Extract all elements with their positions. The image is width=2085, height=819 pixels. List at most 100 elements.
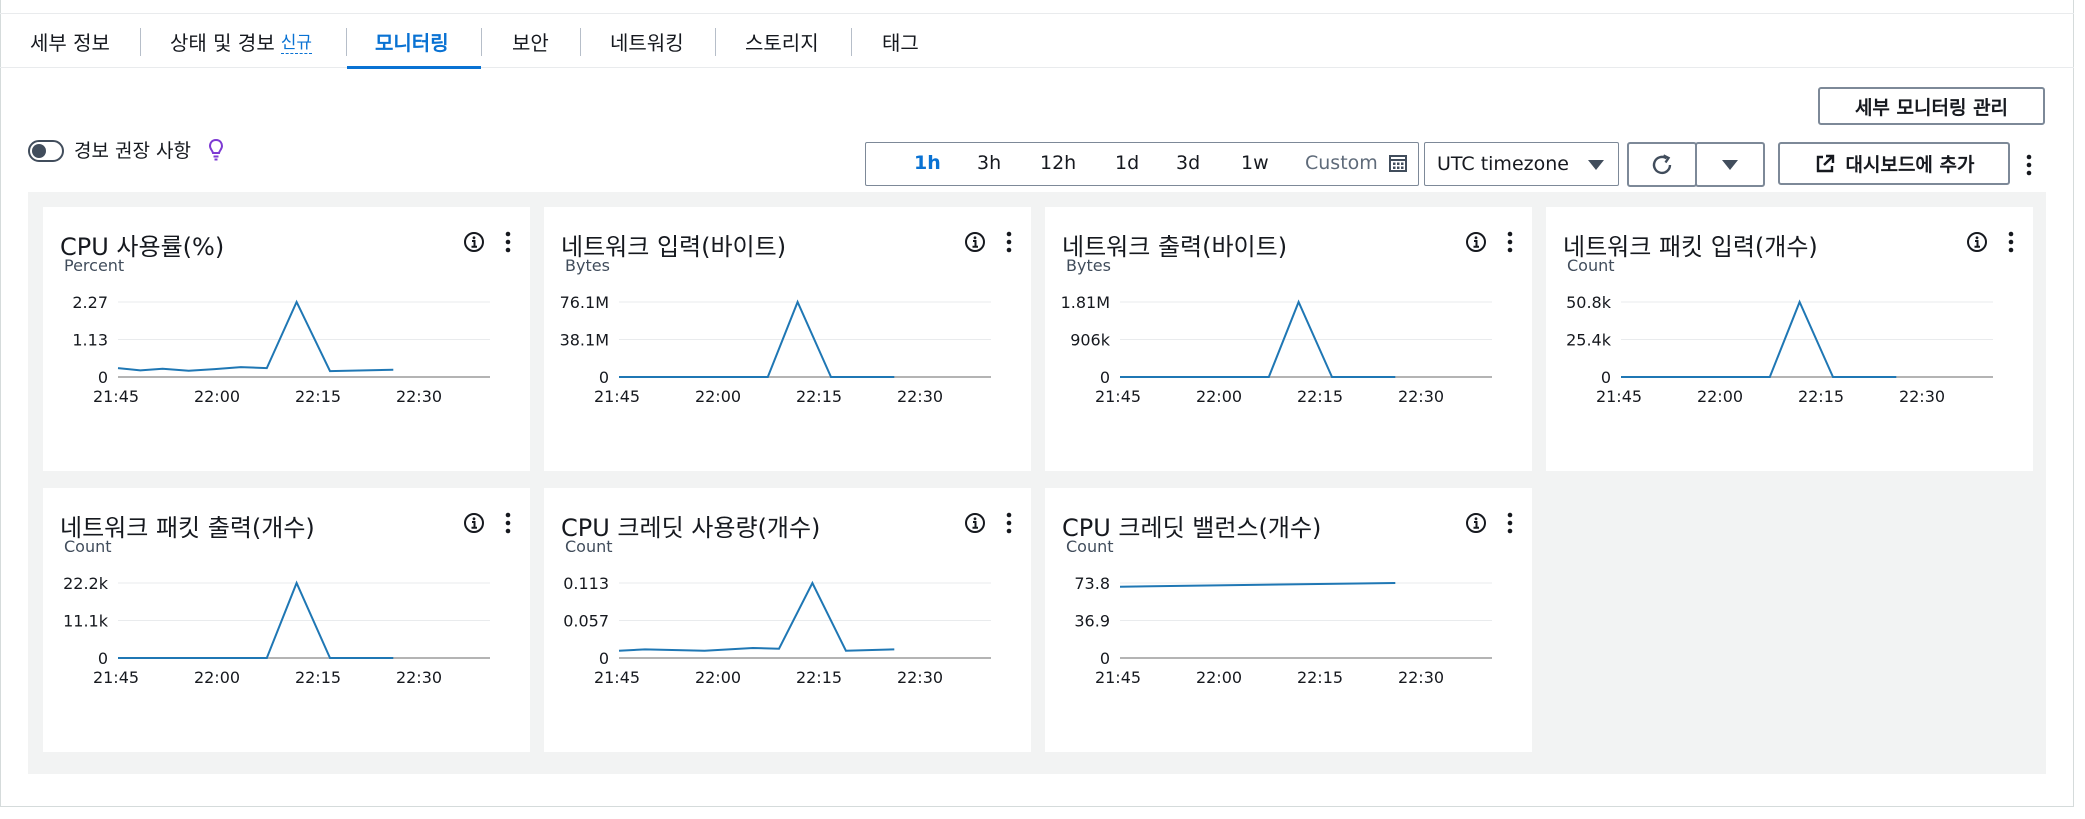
more-options-icon[interactable] xyxy=(505,512,511,534)
x-tick-label: 21:45 xyxy=(594,668,640,687)
more-options-icon[interactable] xyxy=(2008,231,2014,253)
new-badge: 신규 xyxy=(280,28,312,54)
tab-label: 네트워킹 xyxy=(610,30,684,55)
metric-widget: 네트워크 패킷 출력(개수) Count 0 11.1k 22.2k 21:45 22:00… xyxy=(43,488,530,752)
tab-monitoring[interactable]: 모니터링 xyxy=(375,14,449,68)
y-axis-unit: Bytes xyxy=(565,256,610,275)
y-tick-label: 11.1k xyxy=(63,612,109,631)
timezone-select[interactable]: UTC timezone xyxy=(1424,142,1619,186)
tab-label: 스토리지 xyxy=(745,30,819,55)
y-tick-label: 0 xyxy=(1100,368,1110,387)
tab-bar: 세부 정보 상태 및 경보 신규 모니터링 보안 네트워킹 스토리지 태그 xyxy=(0,14,2074,68)
add-to-dashboard-button[interactable]: 대시보드에 추가 xyxy=(1778,142,2010,185)
more-options-icon[interactable] xyxy=(1507,231,1513,253)
tab-status-alarms[interactable]: 상태 및 경보 신규 xyxy=(170,14,312,68)
y-tick-label: 36.9 xyxy=(1074,612,1110,631)
active-tab-indicator xyxy=(347,66,481,69)
lightbulb-icon[interactable] xyxy=(208,138,224,162)
y-tick-label: 2.27 xyxy=(72,293,108,312)
tab-storage[interactable]: 스토리지 xyxy=(745,14,819,68)
refresh-options-button[interactable] xyxy=(1695,142,1765,187)
x-tick-label: 21:45 xyxy=(1095,668,1141,687)
info-icon[interactable] xyxy=(1966,231,1988,253)
info-icon[interactable] xyxy=(964,512,986,534)
tab-security[interactable]: 보안 xyxy=(512,14,549,68)
caret-down-icon xyxy=(1588,160,1604,170)
range-12h[interactable]: 12h xyxy=(1040,152,1076,174)
x-tick-label: 22:00 xyxy=(1196,387,1242,406)
y-tick-label: 22.2k xyxy=(63,574,109,593)
info-icon[interactable] xyxy=(463,512,485,534)
y-axis-unit: Count xyxy=(1066,537,1114,556)
x-tick-label: 22:00 xyxy=(1697,387,1743,406)
tab-label: 모니터링 xyxy=(375,30,449,55)
more-options-icon[interactable] xyxy=(1006,512,1012,534)
info-icon[interactable] xyxy=(964,231,986,253)
tab-tags[interactable]: 태그 xyxy=(882,14,919,68)
y-tick-label: 1.13 xyxy=(72,331,108,350)
more-options-icon[interactable] xyxy=(505,231,511,253)
y-tick-label: 38.1M xyxy=(560,331,609,350)
series-line xyxy=(1119,582,1396,588)
range-1d[interactable]: 1d xyxy=(1115,152,1139,174)
more-options-icon[interactable] xyxy=(1507,512,1513,534)
calendar-icon[interactable] xyxy=(1388,153,1408,173)
line-chart: Bytes 0 906k 1.81M 21:45 22:00 22:15 22:30 xyxy=(1061,256,1492,406)
y-axis-unit: Bytes xyxy=(1066,256,1111,275)
series-line xyxy=(117,299,394,373)
info-icon[interactable] xyxy=(463,231,485,253)
tab-networking[interactable]: 네트워킹 xyxy=(610,14,684,68)
line-chart: Count 0 11.1k 22.2k 21:45 22:00 22:15 22:30 xyxy=(63,537,490,687)
x-tick-label: 22:00 xyxy=(695,668,741,687)
x-tick-label: 22:15 xyxy=(1798,387,1844,406)
y-tick-label: 0.057 xyxy=(563,612,609,631)
line-chart: Percent 0 1.13 2.27 21:45 22:00 22:15 22:30 xyxy=(64,256,490,406)
tab-separator xyxy=(481,28,482,56)
tab-label: 세부 정보 xyxy=(30,30,110,55)
range-3h[interactable]: 3h xyxy=(977,152,1001,174)
y-tick-label: 0 xyxy=(1100,649,1110,668)
button-label: 세부 모니터링 관리 xyxy=(1854,96,2009,119)
tab-separator xyxy=(851,28,852,56)
tab-details[interactable]: 세부 정보 xyxy=(30,14,110,68)
x-tick-label: 22:00 xyxy=(1196,668,1242,687)
range-1w[interactable]: 1w xyxy=(1241,152,1269,174)
tab-label: 상태 및 경보 xyxy=(170,30,275,55)
x-tick-label: 22:30 xyxy=(1398,668,1444,687)
x-tick-label: 22:00 xyxy=(194,387,240,406)
tab-separator xyxy=(140,28,141,56)
more-options-icon[interactable] xyxy=(2026,154,2032,176)
metric-widget: 네트워크 출력(바이트) Bytes 0 906k 1.81M 21:45 22:00 22:… xyxy=(1045,207,1532,471)
y-tick-label: 1.81M xyxy=(1061,293,1110,312)
custom-range-button[interactable]: Custom xyxy=(1305,152,1378,174)
manage-detailed-monitoring-button[interactable]: 세부 모니터링 관리 xyxy=(1818,87,2045,125)
y-tick-label: 0 xyxy=(1601,368,1611,387)
y-tick-label: 73.8 xyxy=(1074,574,1110,593)
x-tick-label: 22:15 xyxy=(796,668,842,687)
x-tick-label: 22:15 xyxy=(295,387,341,406)
y-tick-label: 906k xyxy=(1070,331,1111,350)
x-tick-label: 22:00 xyxy=(194,668,240,687)
tab-label: 태그 xyxy=(882,30,919,55)
x-tick-label: 22:30 xyxy=(396,387,442,406)
x-tick-label: 21:45 xyxy=(1596,387,1642,406)
x-tick-label: 21:45 xyxy=(93,387,139,406)
metrics-dashboard: CPU 사용률(%) Percent 0 1.13 2.27 21:45 22:00 22:1… xyxy=(28,192,2046,774)
y-tick-label: 25.4k xyxy=(1566,331,1612,350)
range-1h[interactable]: 1h xyxy=(914,152,941,174)
more-options-icon[interactable] xyxy=(1006,231,1012,253)
y-tick-label: 0 xyxy=(98,368,108,387)
x-tick-label: 22:15 xyxy=(1297,387,1343,406)
x-tick-label: 22:30 xyxy=(396,668,442,687)
x-tick-label: 22:30 xyxy=(897,387,943,406)
x-tick-label: 21:45 xyxy=(594,387,640,406)
info-icon[interactable] xyxy=(1465,512,1487,534)
x-tick-label: 21:45 xyxy=(1095,387,1141,406)
x-tick-label: 22:15 xyxy=(1297,668,1343,687)
metric-widget: 네트워크 패킷 입력(개수) Count 0 25.4k 50.8k 21:45 22:00… xyxy=(1546,207,2033,471)
info-icon[interactable] xyxy=(1465,231,1487,253)
metric-widget: CPU 크레딧 밸런스(개수) Count 0 36.9 73.8 21:45 22:00 2… xyxy=(1045,488,1532,752)
range-3d[interactable]: 3d xyxy=(1176,152,1200,174)
alarm-recommendations-toggle[interactable] xyxy=(28,140,64,162)
refresh-button[interactable] xyxy=(1627,142,1697,187)
